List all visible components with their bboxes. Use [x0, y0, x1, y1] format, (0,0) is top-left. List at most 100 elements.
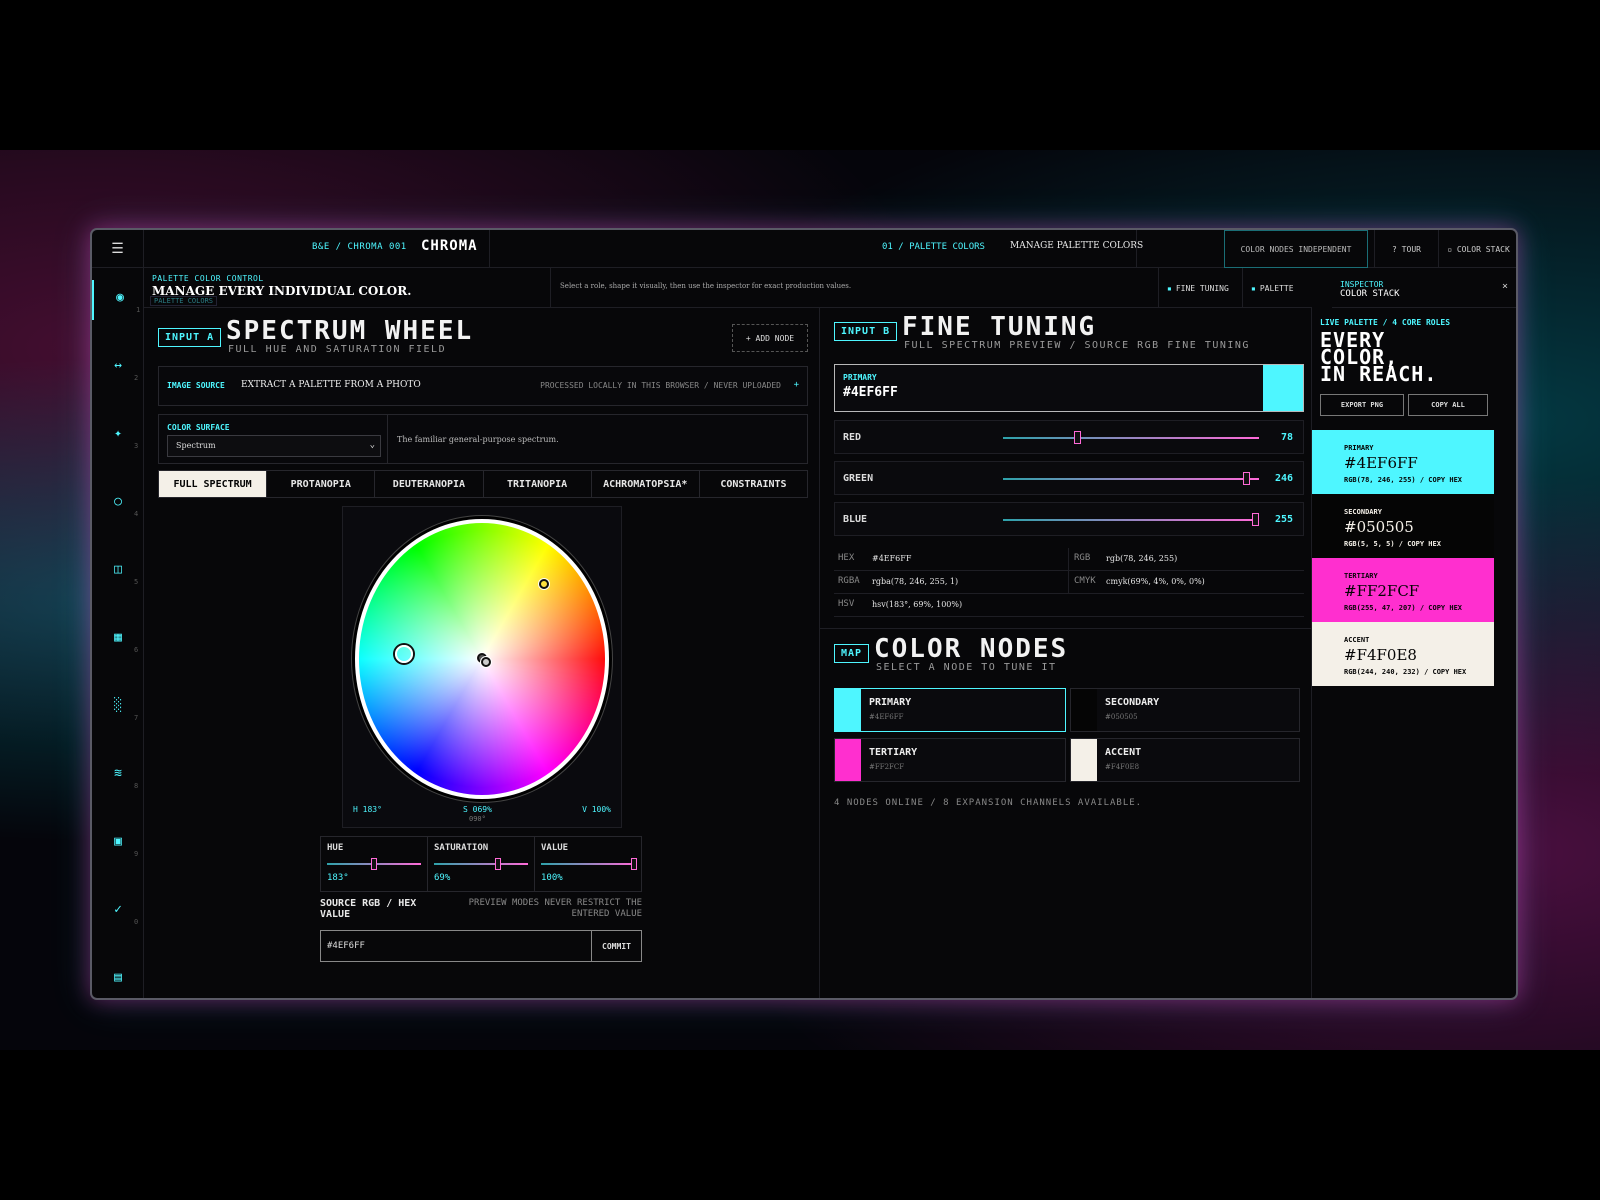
- swatch-rgb-copy[interactable]: RGB(5, 5, 5) / COPY HEX: [1344, 540, 1441, 548]
- rail-item-10[interactable]: ✓ 0: [92, 892, 144, 932]
- node-tertiary[interactable]: TERTIARY #FF2FCF: [834, 738, 1066, 782]
- accent-node-handle[interactable]: [481, 657, 491, 667]
- tab-deuteranopia[interactable]: DEUTERANOPIA: [375, 471, 484, 497]
- plus-icon[interactable]: +: [794, 380, 799, 390]
- saturation-slider-cell: SATURATION 69%: [428, 837, 535, 891]
- node-secondary[interactable]: SECONDARY #050505: [1070, 688, 1300, 732]
- add-node-button[interactable]: + ADD NODE: [732, 324, 808, 352]
- tab-fullspectrum[interactable]: FULL SPECTRUM: [159, 471, 268, 497]
- palette-label: PALETTE: [1259, 283, 1294, 293]
- saturation-slider[interactable]: [434, 858, 528, 870]
- slider-thumb[interactable]: [1243, 472, 1251, 485]
- color-surface-select[interactable]: Spectrum ⌄: [167, 435, 381, 457]
- spectrum-subtitle: FULL HUE AND SATURATION FIELD: [228, 344, 447, 355]
- header-ghost-label: PALETTE COLORS: [150, 296, 218, 306]
- rgb-value[interactable]: rgb(78, 246, 255): [1106, 554, 1177, 563]
- rail-number: 0: [134, 918, 139, 926]
- hex-value[interactable]: #4EF6FF: [872, 554, 911, 563]
- node-swatch: [1071, 689, 1097, 731]
- primary-preview[interactable]: PRIMARY #4EF6FF: [834, 364, 1304, 412]
- swatch-rgb-copy[interactable]: RGB(244, 240, 232) / COPY HEX: [1344, 668, 1466, 676]
- cmyk-value[interactable]: cmyk(69%, 4%, 0%, 0%): [1106, 577, 1205, 586]
- swatch-rgb-copy[interactable]: RGB(78, 246, 255) / COPY HEX: [1344, 476, 1462, 484]
- rail-item-6[interactable]: ▦ 6: [92, 620, 144, 660]
- channel-label: GREEN: [843, 473, 874, 484]
- slider-thumb[interactable]: [1074, 431, 1082, 444]
- fine-tuning-link[interactable]: ▪ FINE TUNING: [1158, 268, 1237, 308]
- spectrum-wheel-panel: H 183° S 069% 090° V 100%: [342, 506, 622, 828]
- primary-preview-value: #4EF6FF: [843, 385, 898, 400]
- vision-tabs: FULL SPECTRUM PROTANOPIA DEUTERANOPIA TRITA…: [158, 470, 808, 498]
- tab-protanopia[interactable]: PROTANOPIA: [267, 471, 376, 497]
- side-rail: ◉ 1 ↔ 2 ✦ 3 ○ 4 ◫ 5 ▦ 6 ░ 7 ≋ 8 ▣ 9 ✓ 0 ▤: [92, 268, 144, 998]
- copy-all-button[interactable]: COPY ALL: [1408, 394, 1488, 416]
- green-slider[interactable]: [1003, 472, 1259, 485]
- slider-label: VALUE: [541, 843, 569, 853]
- inspector-kicker: INSPECTOR: [1340, 280, 1384, 289]
- rail-item-5[interactable]: ◫ 5: [92, 552, 144, 592]
- hsv-value[interactable]: hsv(183°, 69%, 100%): [872, 600, 962, 609]
- hex-input[interactable]: #4EF6FF: [321, 931, 591, 961]
- node-accent[interactable]: ACCENT #F4F0E8: [1070, 738, 1300, 782]
- tour-button[interactable]: ? TOUR: [1374, 230, 1438, 268]
- rail-item-3[interactable]: ✦ 3: [92, 416, 144, 456]
- source-label: SOURCE RGB / HEX VALUE: [320, 898, 417, 920]
- tab-tritanopia[interactable]: TRITANOPIA: [484, 471, 592, 497]
- cmyk-key: CMYK: [1074, 576, 1096, 586]
- primary-preview-key: PRIMARY: [843, 373, 877, 382]
- swatch-tertiary[interactable]: TERTIARY #FF2FCF RGB(255, 47, 207) / COPY …: [1312, 558, 1494, 622]
- rail-item-8[interactable]: ≋ 8: [92, 756, 144, 796]
- slider-thumb[interactable]: [631, 858, 637, 870]
- value-slider[interactable]: [541, 858, 637, 870]
- channel-value: 78: [1280, 432, 1293, 443]
- slider-value: 100%: [541, 873, 563, 883]
- rail-item-11[interactable]: ▤: [92, 960, 144, 998]
- swatch-rgb-copy[interactable]: RGB(255, 47, 207) / COPY HEX: [1344, 604, 1462, 612]
- primary-node-handle[interactable]: [395, 645, 413, 663]
- rail-item-4[interactable]: ○ 4: [92, 484, 144, 524]
- node-label: SECONDARY: [1105, 697, 1160, 708]
- node-swatch: [1071, 739, 1097, 781]
- swatch-secondary[interactable]: SECONDARY #050505 RGB(5, 5, 5) / COPY HEX: [1312, 494, 1494, 558]
- rail-item-1[interactable]: ◉ 1: [92, 280, 144, 320]
- tab-constraints[interactable]: CONSTRAINTS: [700, 471, 807, 497]
- image-source-row[interactable]: IMAGE SOURCE EXTRACT A PALETTE FROM A PH…: [158, 366, 808, 406]
- rail-icon: ◫: [114, 562, 122, 577]
- inspector-header: INSPECTOR COLOR STACK ×: [1332, 268, 1516, 308]
- swatch-primary[interactable]: PRIMARY #4EF6FF RGB(78, 246, 255) / COPY H…: [1312, 430, 1494, 494]
- node-primary[interactable]: PRIMARY #4EF6FF: [834, 688, 1066, 732]
- swatch-hex: #F4F0E8: [1344, 646, 1417, 664]
- rail-item-2[interactable]: ↔ 2: [92, 348, 144, 388]
- color-surface-description: The familiar general-purpose spectrum.: [397, 435, 559, 444]
- swatch-role: PRIMARY: [1344, 444, 1374, 452]
- swatch-accent[interactable]: ACCENT #F4F0E8 RGB(244, 240, 232) / COPY H…: [1312, 622, 1494, 686]
- nodes-mode-button[interactable]: COLOR NODES INDEPENDENT: [1224, 230, 1368, 268]
- breadcrumb[interactable]: B&E / CHROMA 001: [312, 242, 407, 252]
- close-icon[interactable]: ×: [1502, 281, 1508, 292]
- hsv-key: HSV: [838, 599, 855, 609]
- primary-preview-swatch: [1263, 365, 1303, 411]
- slider-thumb[interactable]: [370, 858, 377, 870]
- commit-button[interactable]: COMMIT: [591, 931, 641, 961]
- color-stack-button[interactable]: ▫ COLOR STACK: [1438, 230, 1516, 268]
- rail-item-9[interactable]: ▣ 9: [92, 824, 144, 864]
- rgba-value[interactable]: rgba(78, 246, 255, 1): [872, 577, 958, 586]
- slider-thumb[interactable]: [494, 858, 501, 870]
- node-label: PRIMARY: [869, 697, 912, 708]
- section-title: MANAGE PALETTE COLORS: [1010, 241, 1144, 251]
- hue-slider[interactable]: [327, 858, 421, 870]
- red-slider[interactable]: [1003, 431, 1259, 444]
- section-breadcrumb[interactable]: 01 / PALETTE COLORS: [882, 242, 985, 252]
- blue-slider[interactable]: [1003, 513, 1259, 526]
- tertiary-node-handle[interactable]: [539, 579, 549, 589]
- brand-title: CHROMA: [421, 238, 478, 254]
- live-palette-headline: EVERY COLOR, IN REACH.: [1320, 330, 1437, 384]
- slider-thumb[interactable]: [1252, 513, 1259, 526]
- rail-icon: ▦: [114, 630, 122, 645]
- rail-item-7[interactable]: ░ 7: [92, 688, 144, 728]
- menu-icon[interactable]: ☰: [92, 230, 144, 268]
- color-surface-value: Spectrum: [176, 441, 216, 450]
- tab-achromatopsia[interactable]: ACHROMATOPSIA*: [592, 471, 700, 497]
- palette-link[interactable]: ▪ PALETTE: [1242, 268, 1302, 308]
- export-png-button[interactable]: EXPORT PNG: [1320, 394, 1404, 416]
